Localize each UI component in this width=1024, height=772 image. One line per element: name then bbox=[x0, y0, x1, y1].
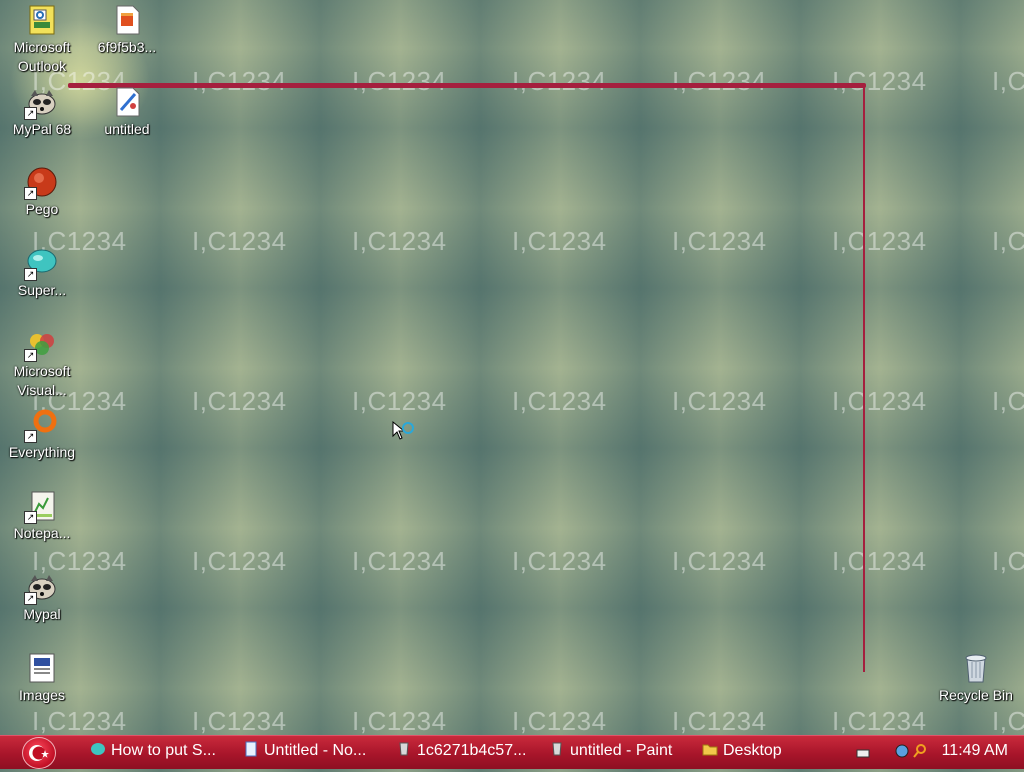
watermark-text: I,C1234 bbox=[352, 66, 447, 96]
watermark-text: I,C1234 bbox=[832, 546, 927, 576]
icon-label: Microsoft Visual... bbox=[13, 363, 71, 398]
taskbar-button-untitled-notepad[interactable]: Untitled - No... bbox=[243, 738, 366, 764]
watermark-text: I,C1234 bbox=[832, 226, 927, 256]
icon-label: Pego bbox=[25, 201, 59, 217]
icon-mypal-68[interactable]: ↗ MyPal 68 bbox=[1, 86, 83, 139]
icon-label: Images bbox=[19, 687, 65, 703]
watermark-text: I,C1234 bbox=[512, 706, 607, 736]
visual-studio-icon: ↗ bbox=[24, 328, 58, 362]
taskbar-button-label: Desktop bbox=[723, 742, 782, 759]
icon-microsoft-outlook[interactable]: Microsoft Outlook bbox=[1, 4, 83, 76]
clock[interactable]: 11:49 AM bbox=[942, 738, 1008, 764]
keyboard-icon[interactable] bbox=[856, 743, 870, 769]
watermark-text: I,C1234 bbox=[352, 706, 447, 736]
icon-label: 6f9f5b3... bbox=[97, 39, 157, 55]
watermark-text: I,C1234 bbox=[672, 66, 767, 96]
super-icon: ↗ bbox=[24, 247, 58, 281]
mypal-raccoon-icon: ↗ bbox=[24, 86, 58, 120]
pego-icon: ↗ bbox=[24, 166, 58, 200]
watermark-text: I,C1234 bbox=[512, 66, 607, 96]
shortcut-arrow-icon: ↗ bbox=[24, 187, 37, 200]
turkish-flag-icon bbox=[29, 745, 49, 761]
recycle-bin-icon bbox=[960, 652, 992, 684]
network-icon[interactable] bbox=[894, 742, 910, 768]
shortcut-arrow-icon: ↗ bbox=[24, 430, 37, 443]
system-tray: 11:49 AM bbox=[852, 738, 1024, 764]
icon-recycle-bin[interactable]: Recycle Bin bbox=[935, 652, 1017, 705]
watermark-text: I,C1234 bbox=[672, 226, 767, 256]
html-file-icon bbox=[111, 4, 143, 36]
watermark-text: I,C1234 bbox=[192, 386, 287, 416]
paint-file-icon bbox=[111, 86, 143, 118]
watermark-text: I,C1234 bbox=[192, 226, 287, 256]
shortcut-arrow-icon: ↗ bbox=[24, 511, 37, 524]
watermark-text: I,C1234 bbox=[672, 386, 767, 416]
icon-label: Recycle Bin bbox=[939, 687, 1013, 703]
search-icon[interactable] bbox=[912, 742, 928, 768]
shortcut-arrow-icon: ↗ bbox=[24, 592, 37, 605]
icon-6f9f5b3[interactable]: 6f9f5b3... bbox=[86, 4, 168, 57]
taskbar-button-how-to-put[interactable]: How to put S... bbox=[90, 738, 216, 764]
icon-label: untitled bbox=[104, 121, 150, 137]
icon-untitled[interactable]: untitled bbox=[86, 86, 168, 139]
taskbar-button-label: untitled - Paint bbox=[570, 742, 673, 759]
paint-icon bbox=[396, 740, 412, 756]
watermark-text: I,C1234 bbox=[992, 546, 1024, 576]
watermark-text: I,C1234 bbox=[832, 66, 927, 96]
watermark-text: I,C1234 bbox=[352, 546, 447, 576]
icon-label: Everything bbox=[8, 444, 76, 460]
taskbar-button-label: How to put S... bbox=[111, 742, 216, 759]
shortcut-arrow-icon: ↗ bbox=[24, 268, 37, 281]
paint-icon bbox=[549, 740, 565, 756]
mypal-raccoon-icon: ↗ bbox=[24, 571, 58, 605]
everything-search-icon: ↗ bbox=[24, 409, 58, 443]
start-button[interactable] bbox=[22, 737, 56, 769]
watermark-text: I,C1234 bbox=[192, 66, 287, 96]
watermark-text: I,C1234 bbox=[832, 706, 927, 736]
icon-label: Mypal bbox=[23, 606, 61, 622]
watermark-text: I,C1234 bbox=[192, 546, 287, 576]
watermark-text: I,C1234 bbox=[192, 706, 287, 736]
folder-icon bbox=[702, 740, 718, 756]
watermark-text: I,C1234 bbox=[992, 226, 1024, 256]
icon-notepad[interactable]: ↗ Notepa... bbox=[1, 490, 83, 543]
shortcut-arrow-icon: ↗ bbox=[24, 349, 37, 362]
taskbar-button-desktop[interactable]: Desktop bbox=[702, 738, 782, 764]
taskbar-button-label: 1c6271b4c57... bbox=[417, 742, 527, 759]
icon-images[interactable]: Images bbox=[1, 652, 83, 705]
outlook-icon bbox=[26, 4, 58, 36]
watermark-text: I,C1234 bbox=[672, 706, 767, 736]
watermark-text: I,C1234 bbox=[512, 226, 607, 256]
watermark-text: I,C1234 bbox=[832, 386, 927, 416]
taskbar-button-1c6271b4c57[interactable]: 1c6271b4c57... bbox=[396, 738, 526, 764]
icon-label: MyPal 68 bbox=[12, 121, 72, 137]
icon-everything[interactable]: ↗ Everything bbox=[1, 409, 83, 462]
icon-label: Super... bbox=[17, 282, 67, 298]
watermark-text: I,C1234 bbox=[992, 386, 1024, 416]
taskbar-button-label: Untitled - No... bbox=[264, 742, 367, 759]
watermark-text: I,C1234 bbox=[512, 386, 607, 416]
red-annotation-line-horizontal bbox=[68, 83, 866, 88]
shortcut-arrow-icon: ↗ bbox=[24, 107, 37, 120]
watermark-text: I,C1234 bbox=[512, 546, 607, 576]
watermark-text: I,C1234 bbox=[992, 706, 1024, 736]
icon-mypal[interactable]: ↗ Mypal bbox=[1, 571, 83, 624]
watermark-text: I,C1234 bbox=[352, 226, 447, 256]
watermark-text: I,C1234 bbox=[352, 386, 447, 416]
watermark-text: I,C1234 bbox=[672, 546, 767, 576]
notepad-icon bbox=[243, 740, 259, 757]
mouse-cursor-busy-icon bbox=[391, 420, 417, 446]
super-icon bbox=[90, 740, 106, 756]
icon-label: Notepa... bbox=[13, 525, 71, 541]
notepad-icon: ↗ bbox=[24, 490, 58, 524]
watermark-text: I,C1234 bbox=[992, 66, 1024, 96]
icon-super[interactable]: ↗ Super... bbox=[1, 247, 83, 300]
taskbar-button-untitled-paint[interactable]: untitled - Paint bbox=[549, 738, 672, 764]
icon-label: Microsoft Outlook bbox=[13, 39, 71, 74]
icon-microsoft-visual[interactable]: ↗ Microsoft Visual... bbox=[1, 328, 83, 400]
icon-pego[interactable]: ↗ Pego bbox=[1, 166, 83, 219]
red-annotation-line-vertical bbox=[863, 86, 865, 672]
images-folder-icon bbox=[26, 652, 58, 684]
watermark-text: I,C1234 bbox=[32, 706, 127, 736]
